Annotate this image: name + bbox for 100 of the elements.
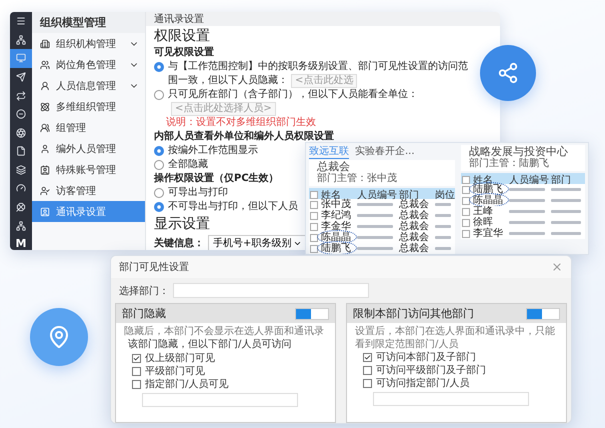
checkbox[interactable]	[363, 353, 372, 362]
table-cell-text: 陈晶晶	[473, 195, 504, 206]
checkbox[interactable]	[310, 212, 318, 220]
radio-button[interactable]	[154, 188, 164, 198]
table-cell-text: 张中茂	[321, 199, 352, 210]
option-label: 可访问本部门及子部门	[376, 351, 476, 364]
option-label: 指定部门/人员可见	[145, 378, 228, 391]
option-label: 可访问平级部门及子部门	[376, 364, 486, 377]
blurred-text-line	[435, 225, 451, 228]
column-header: 人员编号	[509, 174, 549, 187]
checkbox[interactable]	[462, 186, 470, 194]
department-name: 总裁会	[317, 161, 351, 173]
panel-description: 隐藏后，本部门不会显示在选人界面和通讯录	[124, 325, 325, 338]
column-header: 人员编号	[357, 188, 397, 202]
tab[interactable]: 实验春开企...	[355, 144, 415, 159]
checkbox[interactable]	[310, 244, 318, 252]
checkbox[interactable]	[462, 196, 470, 204]
option-intro: 该部门隐藏，但以下部门/人员可访问	[127, 338, 292, 352]
blurred-text-line	[551, 188, 581, 191]
sidebar-item[interactable]: 编外人员管理	[32, 138, 145, 159]
sidebar-item[interactable]: 组管理	[32, 117, 145, 138]
blurred-text-line	[509, 232, 545, 235]
checkbox[interactable]	[363, 379, 372, 388]
radio-label: 与【工作范围控制】中的按职务级别设置、部门可见性设置的访问范围一致，但以下人员隐藏： <点击此处选	[168, 60, 469, 88]
sidebar-item[interactable]: 访客管理	[32, 180, 145, 201]
checkbox[interactable]	[310, 200, 318, 208]
radio-button[interactable]	[154, 160, 164, 170]
menu-item-icon	[40, 60, 50, 70]
table-cell-text: 李纪鸿	[321, 210, 352, 221]
sidebar-item[interactable]: 人员信息管理	[32, 75, 145, 96]
table-cell-text: 陈晶晶	[321, 232, 352, 243]
blurred-text-line	[435, 247, 451, 250]
sidebar-item[interactable]: 特殊账号管理	[32, 159, 145, 180]
menu-item-icon	[40, 38, 50, 48]
menu-item-icon	[40, 206, 50, 216]
radio-label: 不可导出与打印，但以下人员	[168, 200, 298, 214]
group-label: 内部人员查看外单位和编外人员权限设置	[154, 130, 334, 144]
sidebar-item[interactable]: 组织机构管理	[32, 33, 145, 54]
option-label: 仅上级部门可见	[145, 352, 215, 365]
table-cell-text: 李金华	[321, 221, 352, 232]
panel-title: 部门隐藏	[122, 306, 166, 321]
blurred-text-line	[509, 221, 545, 224]
department-name: 战略发展与投资中心	[469, 146, 569, 158]
radio-button[interactable]	[154, 62, 164, 72]
radio-label: 只可见所在部门（含子部门），但以下人员能看全单位： <点击此处选择人员>	[168, 88, 419, 116]
menu-item-icon	[40, 186, 50, 196]
field-label: 关键信息：	[154, 236, 204, 250]
column-header: 岗位	[435, 188, 455, 202]
blurred-text-line	[357, 203, 393, 206]
page-title: 通讯录设置	[146, 12, 500, 26]
field-label: 选择部门：	[119, 284, 169, 298]
table-cell-text: 徐晖	[473, 217, 493, 228]
blurred-text-line	[435, 236, 451, 239]
blurred-text-line	[551, 199, 581, 202]
sidebar-item[interactable]: 多维组织管理	[32, 96, 145, 117]
menu-item-icon	[40, 144, 50, 154]
toggle-switch[interactable]	[526, 308, 560, 320]
checkbox[interactable]	[462, 176, 470, 184]
checkbox[interactable]	[363, 366, 372, 375]
sidebar-item[interactable]: 岗位角色管理	[32, 54, 145, 75]
radio-label: 可导出与打印	[168, 186, 228, 200]
toggle-switch[interactable]	[295, 308, 329, 320]
menu-item-icon	[40, 122, 50, 132]
checkbox[interactable]	[462, 208, 470, 216]
radio-button[interactable]	[154, 146, 164, 156]
section-heading: 显示设置	[154, 215, 210, 234]
checkbox[interactable]	[462, 218, 470, 226]
radio-button[interactable]	[154, 202, 164, 212]
checkbox[interactable]	[132, 354, 141, 363]
checkbox[interactable]	[310, 222, 318, 230]
section-heading: 权限设置	[154, 27, 210, 46]
location-pin-icon	[30, 308, 88, 366]
department-field[interactable]	[173, 283, 369, 298]
blurred-text-line	[435, 203, 451, 206]
blurred-text-line	[357, 225, 393, 228]
blurred-text-line	[551, 232, 581, 235]
sidebar-item[interactable]: 通讯录设置	[32, 201, 145, 222]
radio-label: 按编外工作范围显示	[168, 144, 258, 158]
checkbox[interactable]	[310, 191, 318, 199]
close-button[interactable]	[551, 261, 563, 273]
blurred-text-line	[357, 236, 393, 239]
table-cell-text: 总裁会	[399, 232, 430, 243]
menu-item-icon	[40, 164, 50, 174]
checkbox[interactable]	[462, 230, 470, 238]
blurred-text-line	[551, 221, 581, 224]
radio-button[interactable]	[154, 90, 164, 100]
blurred-text-line	[435, 214, 451, 217]
sidebar-title: 组织模型管理	[32, 12, 145, 33]
group-label: 可见权限设置	[154, 46, 214, 60]
table-cell-text: 李宜华	[473, 228, 504, 239]
department-manager: 部门主管：张中茂	[317, 173, 398, 185]
checkbox[interactable]	[132, 367, 141, 376]
checkbox[interactable]	[310, 234, 318, 242]
input-field[interactable]	[373, 392, 529, 406]
input-field[interactable]	[142, 393, 298, 407]
checkbox[interactable]	[132, 380, 141, 389]
menu-item-icon	[40, 80, 50, 90]
blurred-text-line	[509, 210, 545, 213]
table-cell-text: 总裁会	[399, 221, 430, 232]
blurred-text-line	[509, 188, 545, 191]
